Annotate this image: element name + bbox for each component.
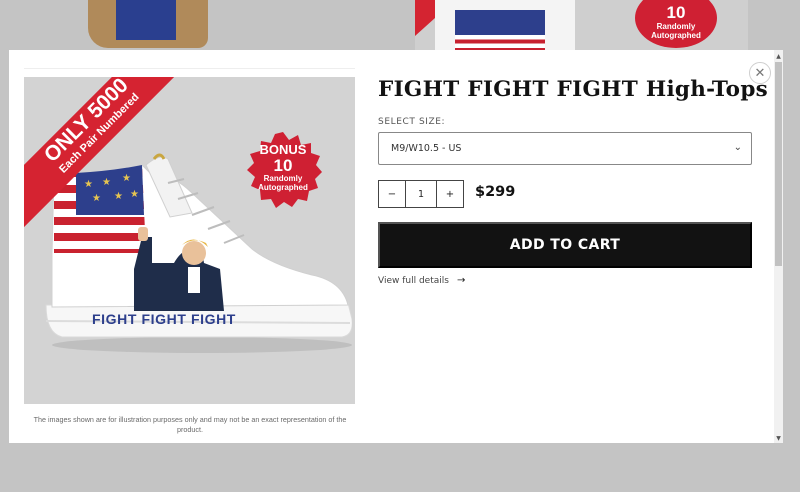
svg-text:★: ★ — [114, 191, 123, 202]
background-product-card[interactable]: 10 Randomly Autographed — [415, 0, 748, 52]
view-full-details-link[interactable]: View full details → — [378, 275, 465, 286]
size-selected-value: M9/W10.5 - US — [391, 143, 462, 154]
scroll-down-arrow-icon[interactable]: ▼ — [774, 434, 783, 443]
background-product-card[interactable] — [28, 0, 358, 52]
product-image[interactable]: ★ ★ ★ ★ ★ ★ FIGHT FIGHT FIGHT ONLY 5000 … — [24, 77, 355, 404]
quick-view-modal: ★ ★ ★ ★ ★ ★ FIGHT FIGHT FIGHT ONLY 5000 … — [9, 50, 783, 443]
bonus-seal: BONUS 10 Randomly Autographed — [244, 131, 322, 209]
svg-text:★: ★ — [102, 177, 111, 188]
background-shoe-flag — [455, 10, 545, 52]
background-seal-text: Randomly Autographed — [651, 22, 701, 40]
seal-line3: Randomly — [263, 174, 303, 183]
product-price: $299 — [475, 184, 516, 200]
quantity-stepper: − 1 + — [378, 180, 464, 208]
quantity-decrease-button[interactable]: − — [378, 180, 406, 208]
seal-line2: 10 — [273, 156, 293, 175]
svg-text:★: ★ — [92, 193, 101, 204]
chevron-down-icon: ⌄ — [733, 142, 742, 153]
svg-text:★: ★ — [130, 189, 139, 200]
background-shoe-image — [435, 0, 575, 52]
svg-text:★: ★ — [84, 179, 93, 190]
add-to-cart-button[interactable]: ADD TO CART — [378, 222, 752, 268]
image-disclaimer: The images shown are for illustration pu… — [33, 415, 347, 434]
product-media: ★ ★ ★ ★ ★ ★ FIGHT FIGHT FIGHT ONLY 5000 … — [24, 68, 355, 404]
size-label: SELECT SIZE: — [378, 117, 446, 127]
quantity-input[interactable]: 1 — [406, 180, 436, 208]
arrow-right-icon: → — [456, 275, 466, 286]
svg-text:★: ★ — [122, 173, 131, 184]
size-select[interactable]: M9/W10.5 - US ⌄ — [378, 132, 752, 165]
background-seal: 10 Randomly Autographed — [635, 0, 717, 48]
quantity-increase-button[interactable]: + — [436, 180, 464, 208]
scroll-thumb[interactable] — [775, 62, 782, 266]
minus-icon: − — [387, 188, 397, 200]
scroll-up-arrow-icon[interactable]: ▲ — [774, 52, 783, 61]
view-details-label: View full details — [378, 275, 449, 286]
seal-line1: BONUS — [259, 142, 307, 157]
plus-icon: + — [445, 188, 455, 200]
background-boot-image — [88, 0, 208, 48]
product-title: FIGHT FIGHT FIGHT High-Tops — [378, 77, 769, 102]
background-boot-flag — [116, 0, 176, 40]
background-seal-number: 10 — [666, 3, 686, 22]
modal-scrollbar[interactable]: ▲ ▼ — [774, 50, 783, 443]
shoe-text: FIGHT FIGHT FIGHT — [92, 311, 236, 327]
seal-line4: Autographed — [258, 183, 308, 192]
